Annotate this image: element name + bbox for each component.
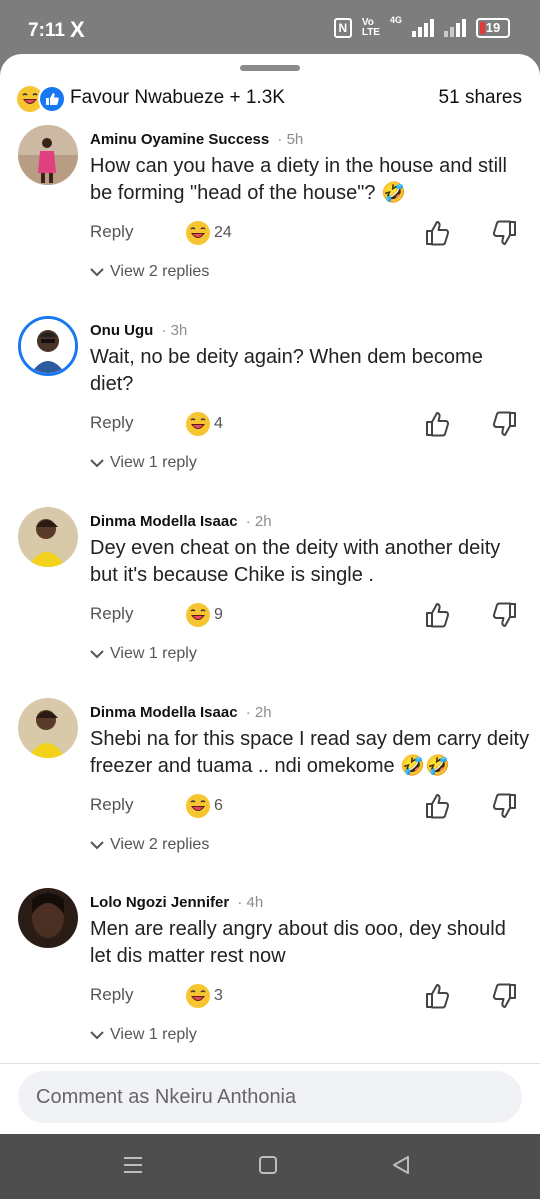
comments-sheet: Favour Nwabueze + 1.3K 51 shares Aminu O… [0, 54, 540, 1134]
laughing-emoji-icon[interactable] [185, 793, 211, 819]
avatar[interactable] [18, 698, 78, 758]
comment-item: Onu Ugu · 3h Wait, no be deity again? Wh… [0, 316, 540, 507]
view-replies-button[interactable]: View 1 reply [90, 454, 197, 472]
reactions-header: Favour Nwabueze + 1.3K 51 shares [0, 82, 540, 116]
reply-button[interactable]: Reply [90, 985, 133, 1005]
menu-icon[interactable] [122, 1154, 144, 1176]
comment-author[interactable]: Dinma Modella Isaac · 2h [90, 513, 272, 530]
thumbs-up-icon[interactable] [424, 601, 452, 629]
comment-input[interactable]: Comment as Nkeiru Anthonia [18, 1071, 522, 1123]
reply-button[interactable]: Reply [90, 604, 133, 624]
signal-icon [412, 19, 434, 37]
laughing-emoji-icon[interactable] [185, 602, 211, 628]
avatar[interactable] [18, 316, 78, 376]
battery-icon: 19 [476, 18, 510, 38]
view-replies-button[interactable]: View 1 reply [90, 1026, 197, 1044]
avatar[interactable] [18, 125, 78, 185]
composer-divider [0, 1063, 540, 1064]
comment-text: Shebi na for this space I read say dem c… [90, 728, 530, 777]
thumbs-up-icon[interactable] [424, 410, 452, 438]
comment-time: · 5h [273, 131, 304, 148]
comment-author[interactable]: Aminu Oyamine Success · 5h [90, 131, 303, 148]
reply-button[interactable]: Reply [90, 222, 133, 242]
comment-item: Aminu Oyamine Success · 5h How can you h… [0, 125, 540, 316]
view-replies-button[interactable]: View 1 reply [90, 645, 197, 663]
chevron-down-icon [90, 268, 104, 277]
drag-handle[interactable] [240, 65, 300, 71]
comment-text: Wait, no be deity again? When dem become… [90, 346, 483, 395]
thumbs-down-icon[interactable] [490, 219, 518, 247]
thumbs-down-icon[interactable] [490, 792, 518, 820]
thumbs-down-icon[interactable] [490, 982, 518, 1010]
view-replies-label: View 1 reply [110, 645, 197, 662]
x-app-icon: X [70, 17, 85, 42]
reaction-count: 3 [214, 987, 223, 1004]
status-indicators: N Vo LTE 4G 19 [333, 15, 510, 38]
comment-text: How can you have a diety in the house an… [90, 155, 507, 204]
comment-item: Dinma Modella Isaac · 2h Dey even cheat … [0, 507, 540, 698]
comment-time: · 2h [241, 704, 272, 721]
signal-icon-2 [444, 19, 466, 37]
comment-item: Lolo Ngozi Jennifer · 4h Men are really … [0, 888, 540, 1079]
nfc-icon: N [333, 18, 352, 38]
comment-time: · 4h [233, 894, 264, 911]
view-replies-label: View 2 replies [110, 836, 210, 853]
status-bar: 7:11 X N Vo LTE 4G 19 [0, 0, 540, 58]
thumbs-up-icon[interactable] [424, 982, 452, 1010]
laughing-emoji-icon[interactable] [185, 411, 211, 437]
avatar[interactable] [18, 507, 78, 567]
comment-item: Dinma Modella Isaac · 2h Shebi na for th… [0, 698, 540, 889]
thumbs-up-icon[interactable] [424, 792, 452, 820]
reaction-count: 4 [214, 415, 223, 432]
thumbs-up-icon[interactable] [424, 219, 452, 247]
chevron-down-icon [90, 459, 104, 468]
reaction-count: 24 [214, 224, 232, 241]
volte-icon: Vo LTE [361, 17, 380, 38]
comment-time: · 2h [241, 513, 272, 530]
shares-count[interactable]: 51 shares [439, 87, 522, 109]
view-replies-label: View 1 reply [110, 454, 197, 471]
reply-button[interactable]: Reply [90, 795, 133, 815]
laughing-emoji-icon[interactable] [185, 220, 211, 246]
network-type: 4G [389, 15, 402, 25]
chevron-down-icon [90, 1031, 104, 1040]
avatar[interactable] [18, 888, 78, 948]
comment-author[interactable]: Dinma Modella Isaac · 2h [90, 704, 272, 721]
comment-time: · 3h [157, 322, 188, 339]
chevron-down-icon [90, 841, 104, 850]
view-replies-label: View 1 reply [110, 1026, 197, 1043]
reactions-summary[interactable]: Favour Nwabueze + 1.3K [70, 87, 285, 109]
status-time: 7:11 [28, 20, 65, 41]
like-reaction-icon [38, 85, 66, 113]
view-replies-label: View 2 replies [110, 263, 210, 280]
thumbs-down-icon[interactable] [490, 410, 518, 438]
laughing-emoji-icon[interactable] [185, 983, 211, 1009]
reply-button[interactable]: Reply [90, 413, 133, 433]
thumbs-down-icon[interactable] [490, 601, 518, 629]
reaction-count: 6 [214, 797, 223, 814]
comment-author[interactable]: Lolo Ngozi Jennifer · 4h [90, 894, 263, 911]
reaction-count: 9 [214, 606, 223, 623]
view-replies-button[interactable]: View 2 replies [90, 836, 209, 854]
comment-text: Dey even cheat on the deity with another… [90, 537, 501, 586]
chevron-down-icon [90, 650, 104, 659]
comment-text: Men are really angry about dis ooo, dey … [90, 918, 506, 967]
reaction-icons[interactable] [16, 85, 66, 113]
view-replies-button[interactable]: View 2 replies [90, 263, 209, 281]
home-icon[interactable] [257, 1154, 279, 1176]
back-icon[interactable] [390, 1154, 412, 1176]
system-nav-bar [0, 1134, 540, 1199]
comment-author[interactable]: Onu Ugu · 3h [90, 322, 187, 339]
